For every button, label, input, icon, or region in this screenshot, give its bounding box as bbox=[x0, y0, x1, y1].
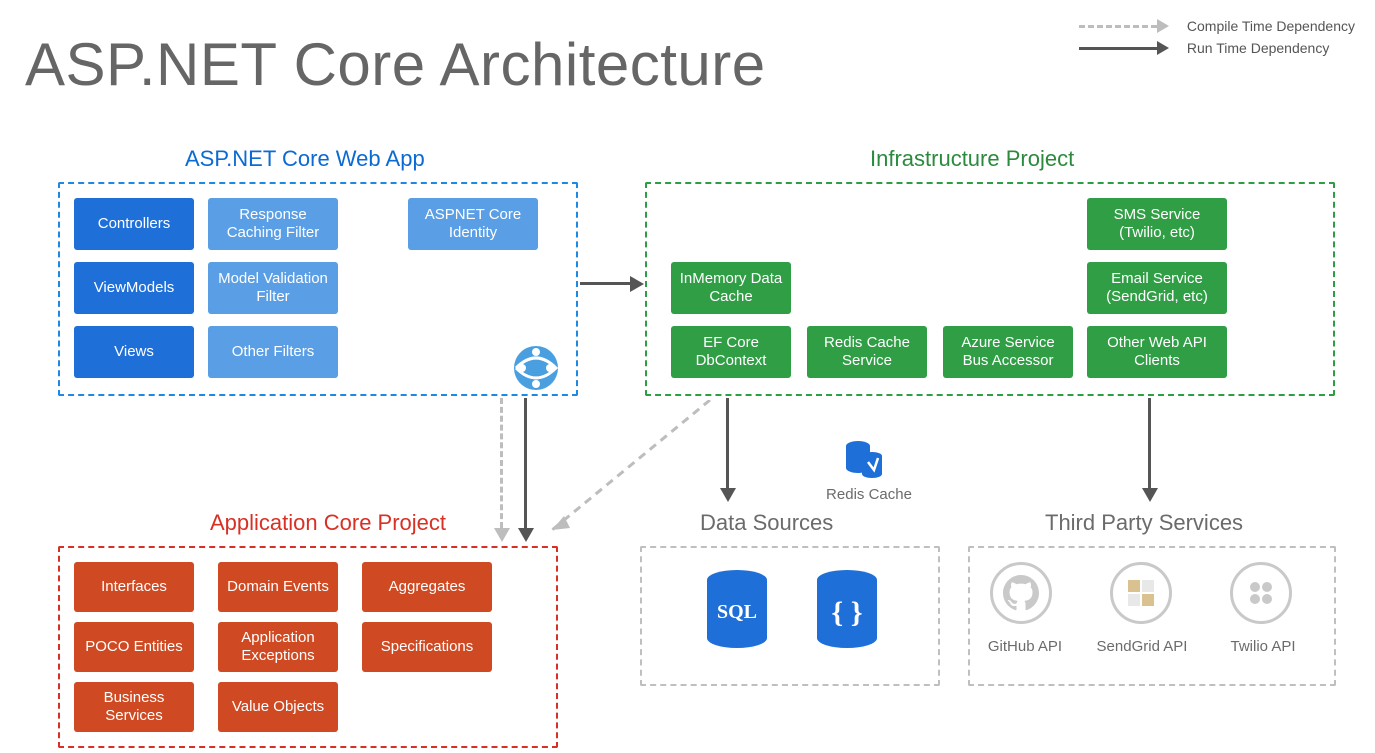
chip-aggregates: Aggregates bbox=[362, 562, 492, 612]
sql-database-icon: SQL bbox=[702, 568, 772, 652]
chip-domain-events: Domain Events bbox=[218, 562, 338, 612]
legend-runtime-row: Run Time Dependency bbox=[1079, 40, 1355, 56]
legend-solid-arrow-icon bbox=[1079, 41, 1169, 55]
legend-runtime-label: Run Time Dependency bbox=[1187, 40, 1329, 56]
section-title-core: Application Core Project bbox=[210, 510, 446, 536]
page-title: ASP.NET Core Architecture bbox=[25, 30, 766, 99]
chip-poco-entities: POCO Entities bbox=[74, 622, 194, 672]
chip-views: Views bbox=[74, 326, 194, 378]
svg-text:{ }: { } bbox=[831, 596, 862, 629]
sendgrid-label: SendGrid API bbox=[1092, 638, 1192, 655]
sendgrid-icon bbox=[1110, 562, 1172, 624]
box-core: Interfaces POCO Entities Business Servic… bbox=[58, 546, 558, 748]
webapp-globe-icon bbox=[510, 342, 562, 394]
chip-response-caching-filter: Response Caching Filter bbox=[208, 198, 338, 250]
chip-other-web-api-clients: Other Web API Clients bbox=[1087, 326, 1227, 378]
chip-email-service: Email Service (SendGrid, etc) bbox=[1087, 262, 1227, 314]
twilio-icon bbox=[1230, 562, 1292, 624]
box-webapp: Controllers ViewModels Views Response Ca… bbox=[58, 182, 578, 396]
chip-interfaces: Interfaces bbox=[74, 562, 194, 612]
chip-inmemory-cache: InMemory Data Cache bbox=[671, 262, 791, 314]
svg-text:SQL: SQL bbox=[717, 601, 757, 623]
chip-azure-service-bus: Azure Service Bus Accessor bbox=[943, 326, 1073, 378]
section-title-webapp: ASP.NET Core Web App bbox=[185, 146, 425, 172]
chip-ef-core-dbcontext: EF Core DbContext bbox=[671, 326, 791, 378]
box-third-party: GitHub API SendGrid API Twilio API bbox=[968, 546, 1336, 686]
legend-compile-label: Compile Time Dependency bbox=[1187, 18, 1355, 34]
chip-application-exceptions: Application Exceptions bbox=[218, 622, 338, 672]
redis-cache-icon bbox=[840, 436, 888, 484]
chip-sms-service: SMS Service (Twilio, etc) bbox=[1087, 198, 1227, 250]
section-title-third-party: Third Party Services bbox=[1045, 510, 1243, 536]
legend-compile-row: Compile Time Dependency bbox=[1079, 18, 1355, 34]
chip-redis-cache-service: Redis Cache Service bbox=[807, 326, 927, 378]
chip-other-filters: Other Filters bbox=[208, 326, 338, 378]
chip-business-services: Business Services bbox=[74, 682, 194, 732]
github-icon bbox=[990, 562, 1052, 624]
box-infra: InMemory Data Cache EF Core DbContext Re… bbox=[645, 182, 1335, 396]
chip-specifications: Specifications bbox=[362, 622, 492, 672]
section-title-infra: Infrastructure Project bbox=[870, 146, 1074, 172]
github-label: GitHub API bbox=[980, 638, 1070, 655]
arrow-infra-to-core-dashed bbox=[540, 400, 720, 550]
redis-cache-label: Redis Cache bbox=[824, 486, 914, 503]
legend-dashed-arrow-icon bbox=[1079, 19, 1169, 33]
chip-model-validation-filter: Model Validation Filter bbox=[208, 262, 338, 314]
chip-viewmodels: ViewModels bbox=[74, 262, 194, 314]
twilio-label: Twilio API bbox=[1218, 638, 1308, 655]
chip-controllers: Controllers bbox=[74, 198, 194, 250]
legend: Compile Time Dependency Run Time Depende… bbox=[1079, 18, 1355, 62]
box-data-sources: SQL { } bbox=[640, 546, 940, 686]
chip-aspnet-core-identity: ASPNET Core Identity bbox=[408, 198, 538, 250]
chip-value-objects: Value Objects bbox=[218, 682, 338, 732]
document-database-icon: { } bbox=[812, 568, 882, 652]
